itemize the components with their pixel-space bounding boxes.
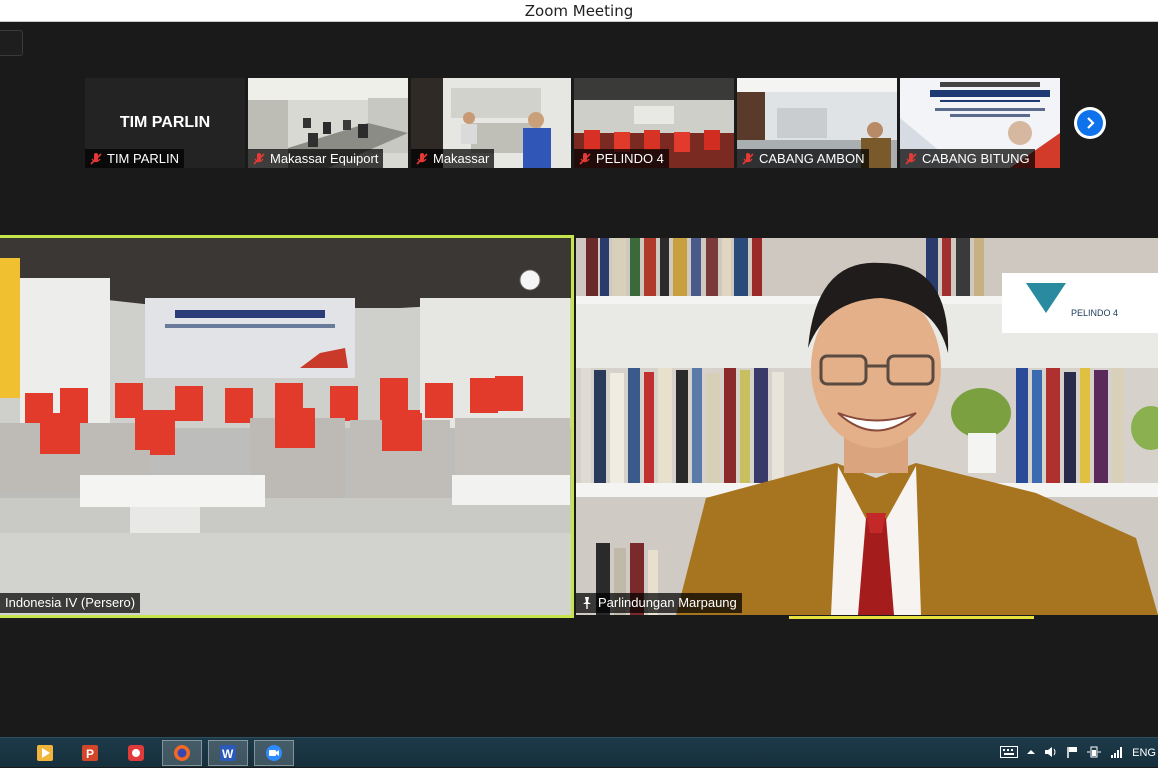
pin-icon: [583, 597, 591, 609]
word-icon: W: [220, 745, 236, 761]
powerpoint-icon: P: [82, 745, 98, 761]
tile-name-label: Indonesia IV (Persero): [0, 593, 141, 613]
taskbar-media-player[interactable]: [25, 740, 65, 766]
thumbnail-name-label: Makassar: [411, 149, 495, 168]
mic-muted-icon: [742, 152, 754, 165]
windows-media-icon: [37, 745, 53, 761]
mic-muted-icon: [253, 152, 265, 165]
svg-text:W: W: [222, 747, 234, 761]
thumbnail-cabang-bitung[interactable]: CABANG BITUNG: [900, 78, 1060, 168]
volume-icon[interactable]: [1044, 746, 1058, 761]
taskbar-start-partial[interactable]: [0, 740, 14, 766]
window-titlebar: Zoom Meeting: [0, 0, 1158, 22]
speaker-bookshelf-video: PELINDO 4: [576, 238, 1158, 615]
thumbnail-name: Makassar Equiport: [270, 151, 379, 166]
mic-muted-icon: [905, 152, 917, 165]
firefox-icon: [174, 745, 190, 761]
tile-name: Parlindungan Marpaung: [598, 595, 737, 610]
thumbnail-tim-parlin[interactable]: TIM PARLIN TIM PARLIN: [85, 78, 245, 168]
tile-name: Indonesia IV (Persero): [5, 595, 136, 610]
thumbnail-name: Makassar: [433, 151, 490, 166]
mic-muted-icon: [579, 152, 591, 165]
chevron-right-icon: [1077, 110, 1103, 136]
windows-taskbar: P W ENG: [0, 737, 1158, 767]
thumbnail-makassar-equiport[interactable]: Makassar Equiport: [248, 78, 408, 168]
thumbnail-name-label: CABANG AMBON: [737, 149, 870, 168]
svg-text:PELINDO 4: PELINDO 4: [1071, 308, 1118, 318]
participant-thumbnail-strip: TIM PARLIN TIM PARLIN Makassar Equiport …: [85, 78, 1060, 168]
window-title: Zoom Meeting: [524, 2, 634, 20]
thumbnail-name-label: Makassar Equiport: [248, 149, 384, 168]
thumbnail-name-label: PELINDO 4: [574, 149, 669, 168]
taskbar-recorder[interactable]: [116, 740, 156, 766]
mic-muted-icon: [90, 152, 102, 165]
taskbar-firefox[interactable]: [162, 740, 202, 766]
audio-activity-bar: [789, 616, 1034, 619]
zoom-icon: [266, 745, 282, 761]
taskbar-powerpoint[interactable]: P: [70, 740, 110, 766]
meeting-hall-video: [0, 238, 571, 615]
video-tile-pinned[interactable]: PELINDO 4 Parlindungan Marpaung: [576, 238, 1158, 615]
system-tray: ENG: [1000, 738, 1158, 768]
thumbnail-name-label: TIM PARLIN: [85, 149, 184, 168]
next-page-button[interactable]: [1074, 107, 1106, 139]
action-center-flag-icon[interactable]: [1066, 746, 1078, 761]
mic-muted-icon: [416, 152, 428, 165]
battery-icon[interactable]: [1086, 746, 1102, 761]
app-icon: [0, 745, 2, 761]
taskbar-zoom[interactable]: [254, 740, 294, 766]
thumbnail-name: CABANG BITUNG: [922, 151, 1030, 166]
thumbnail-makassar[interactable]: Makassar: [411, 78, 571, 168]
thumbnail-name: PELINDO 4: [596, 151, 664, 166]
taskbar-word[interactable]: W: [208, 740, 248, 766]
svg-text:P: P: [86, 747, 94, 761]
thumbnail-big-name: TIM PARLIN: [119, 114, 211, 131]
thumbnail-name: TIM PARLIN: [107, 151, 179, 166]
video-tile-active-speaker[interactable]: Indonesia IV (Persero): [0, 235, 574, 618]
tile-name-label: Parlindungan Marpaung: [576, 593, 742, 613]
view-options-button[interactable]: [0, 30, 23, 56]
thumbnail-cabang-ambon[interactable]: CABANG AMBON: [737, 78, 897, 168]
keyboard-icon[interactable]: [1000, 745, 1019, 761]
network-signal-icon[interactable]: [1110, 746, 1124, 761]
input-language-indicator[interactable]: ENG: [1132, 747, 1156, 759]
thumbnail-name: CABANG AMBON: [759, 151, 865, 166]
thumbnail-name-label: CABANG BITUNG: [900, 149, 1035, 168]
show-hidden-icons-icon[interactable]: [1026, 747, 1036, 759]
thumbnail-pelindo-4[interactable]: PELINDO 4: [574, 78, 734, 168]
screen-recorder-icon: [128, 745, 144, 761]
